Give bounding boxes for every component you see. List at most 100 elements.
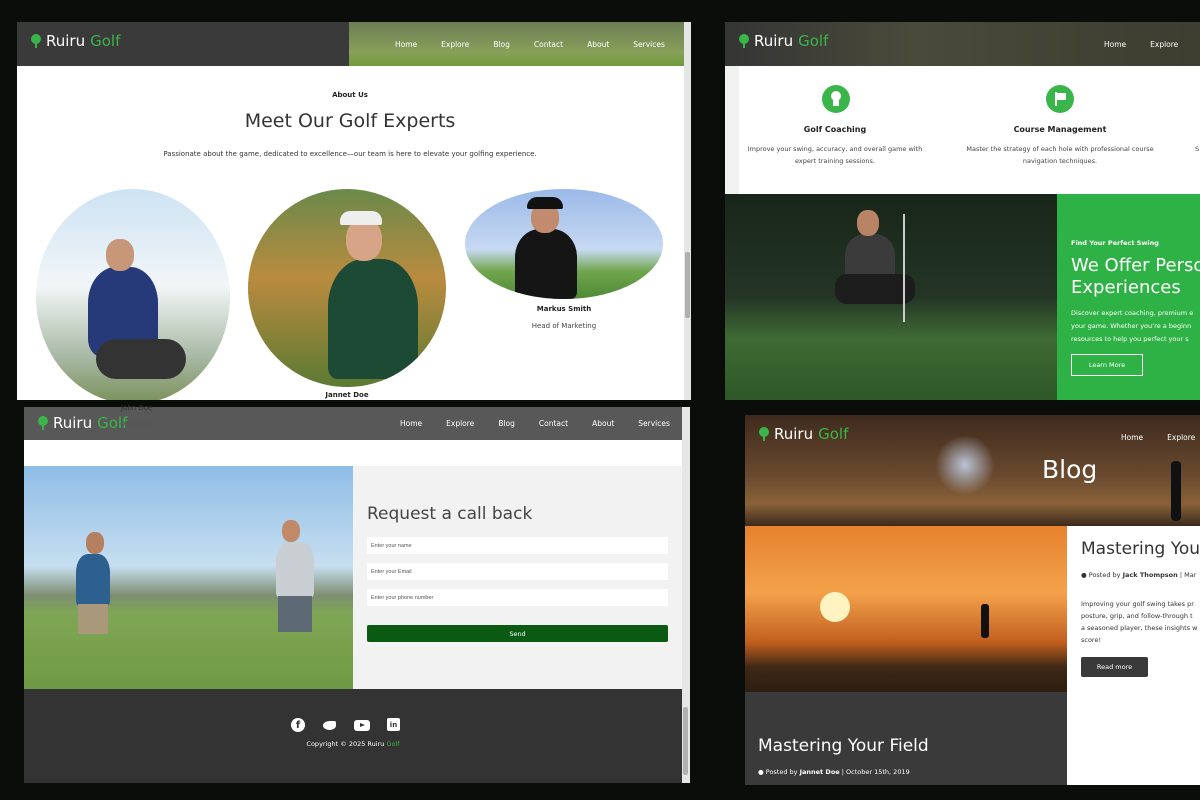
location-pin-icon	[739, 34, 749, 48]
facebook-icon[interactable]: f	[291, 718, 305, 732]
member-name-jannet: Jannet Doe	[325, 391, 369, 399]
main-menu: Home Explore Blog Contact About Services	[383, 22, 677, 66]
send-button[interactable]: Send	[367, 625, 668, 642]
about-subtitle: Passionate about the game, dedicated to …	[163, 150, 537, 158]
service-desc-coaching-1: Improve your swing, accuracy, and overal…	[747, 145, 923, 153]
post1-title[interactable]: Mastering You	[1081, 539, 1200, 559]
post2-title[interactable]: Mastering Your Field	[758, 736, 929, 756]
scrollbar-thumb[interactable]	[685, 252, 690, 318]
main-menu: Home Explore	[1092, 22, 1190, 66]
scrollbar[interactable]	[682, 407, 690, 783]
location-pin-icon	[38, 416, 48, 430]
post2-author[interactable]: Jannet Doe	[800, 768, 840, 776]
brand-logo[interactable]: Ruiru Golf	[759, 425, 848, 443]
nav-explore[interactable]: Explore	[1138, 40, 1190, 49]
service-desc-coaching-2: expert training sessions.	[795, 157, 875, 165]
brand-first: Ruiru	[46, 32, 86, 50]
post1-posted-by: Posted by	[1088, 571, 1121, 579]
nav-explore[interactable]: Explore	[1155, 433, 1200, 442]
main-menu: Home Explore	[1109, 415, 1200, 459]
nav-home[interactable]: Home	[388, 419, 434, 428]
service-desc-course-2: navigation techniques.	[1022, 157, 1098, 165]
brand-logo[interactable]: Ruiru Golf	[739, 32, 828, 50]
member-photo-jannet	[248, 189, 446, 387]
nav-contact[interactable]: Contact	[527, 419, 580, 428]
golfers-photo	[24, 466, 353, 689]
flag-icon	[1046, 85, 1074, 113]
brand-first: Ruiru	[754, 32, 794, 50]
brand-second: Golf	[818, 425, 849, 443]
promo-panel: Find Your Perfect Swing We Offer Perso E…	[1057, 194, 1200, 400]
location-pin-icon	[759, 427, 769, 441]
post1-card: Mastering You ● Posted by Jack Thompson …	[1067, 526, 1200, 785]
brand-first: Ruiru	[53, 414, 93, 432]
brand-second: Golf	[798, 32, 829, 50]
post2-meta: ● Posted by Jannet Doe | October 15th, 2…	[758, 768, 910, 776]
nav-home[interactable]: Home	[1109, 433, 1155, 442]
about-title: Meet Our Golf Experts	[244, 110, 456, 132]
email-input[interactable]: Enter your Email	[367, 563, 668, 580]
post2-card: Mastering Your Field ● Posted by Jannet …	[745, 692, 1067, 785]
post1-excerpt-3: a seasoned player, these insights w	[1081, 624, 1198, 632]
nav-contact[interactable]: Contact	[522, 40, 575, 49]
nav-services[interactable]: Services	[626, 419, 682, 428]
member-role-markus: Head of Marketing	[531, 322, 597, 330]
nav-explore[interactable]: Explore	[434, 419, 486, 428]
blog-screenshot: Ruiru Golf Home Explore Blog Mastering Yo…	[745, 415, 1200, 785]
navbar: Ruiru Golf Home Explore Blog Contact Abou…	[17, 22, 691, 66]
linkedin-icon[interactable]: in	[387, 718, 400, 731]
name-input[interactable]: Enter your name	[367, 537, 668, 554]
user-icon: ●	[758, 768, 764, 776]
post1-date: Mar	[1184, 571, 1197, 579]
promo-title-1: We Offer Perso	[1071, 255, 1200, 276]
post1-excerpt-2: posture, grip, and follow-through t	[1081, 612, 1193, 620]
brand-logo[interactable]: Ruiru Golf	[38, 414, 127, 432]
member-name-john: John Doe	[121, 404, 153, 412]
service-title-course: Course Management	[1013, 125, 1107, 134]
nav-home[interactable]: Home	[1092, 40, 1138, 49]
brand-second: Golf	[90, 32, 121, 50]
footer: f in Copyright © 2025 Ruiru Golf	[24, 689, 682, 783]
nav-explore[interactable]: Explore	[429, 40, 481, 49]
navbar: Ruiru Golf Home Explore	[725, 22, 1200, 66]
member-photo-markus	[465, 189, 663, 299]
brand-logo[interactable]: Ruiru Golf	[31, 32, 120, 50]
nav-blog[interactable]: Blog	[486, 419, 527, 428]
contact-screenshot: Ruiru Golf Home Explore Blog Contact Abou…	[24, 407, 690, 783]
blog-hero-title: Blog	[1042, 455, 1098, 484]
member-name-markus: Markus Smith	[536, 305, 592, 313]
member-role-john: President	[121, 421, 154, 429]
promo-body-3: resources to help you perfect your s	[1071, 335, 1189, 343]
brand-first: Ruiru	[774, 425, 814, 443]
read-more-button[interactable]: Read more	[1081, 657, 1148, 677]
twitter-icon[interactable]	[322, 719, 337, 731]
post2-posted-by: Posted by	[765, 768, 798, 776]
lightbulb-icon	[822, 85, 850, 113]
promo-title-2: Experiences	[1071, 277, 1181, 298]
nav-services[interactable]: Services	[621, 40, 677, 49]
scrollbar[interactable]	[684, 22, 691, 400]
phone-input[interactable]: Enter your phone number	[367, 589, 668, 606]
copyright-text: Copyright © 2025 Ruiru	[306, 740, 385, 748]
about-screenshot: Ruiru Golf Home Explore Blog Contact Abou…	[17, 22, 691, 400]
learn-more-button[interactable]: Learn More	[1071, 354, 1143, 376]
location-pin-icon	[31, 34, 41, 48]
nav-blog[interactable]: Blog	[481, 40, 522, 49]
sunset-golfer-photo	[745, 526, 1067, 692]
services-screenshot: Ruiru Golf Home Explore Golf Coaching Imp…	[725, 22, 1200, 400]
golfer-putting-photo	[725, 194, 1057, 400]
nav-about[interactable]: About	[575, 40, 621, 49]
spacer	[24, 440, 682, 466]
promo-eyebrow: Find Your Perfect Swing	[1071, 239, 1159, 247]
service-desc-course-1: Master the strategy of each hole with pr…	[966, 145, 1154, 153]
user-icon: ●	[1081, 571, 1087, 579]
about-eyebrow: About Us	[332, 91, 368, 99]
nav-about[interactable]: About	[580, 419, 626, 428]
copyright-brand: Golf	[386, 740, 400, 748]
promo-body-2: your game. Whether you’re a beginn	[1071, 322, 1192, 330]
post1-author[interactable]: Jack Thompson	[1123, 571, 1178, 579]
scrollbar-thumb[interactable]	[683, 707, 688, 775]
youtube-icon[interactable]	[354, 720, 370, 731]
nav-home[interactable]: Home	[383, 40, 429, 49]
post1-excerpt-1: Improving your golf swing takes pr	[1081, 600, 1194, 608]
